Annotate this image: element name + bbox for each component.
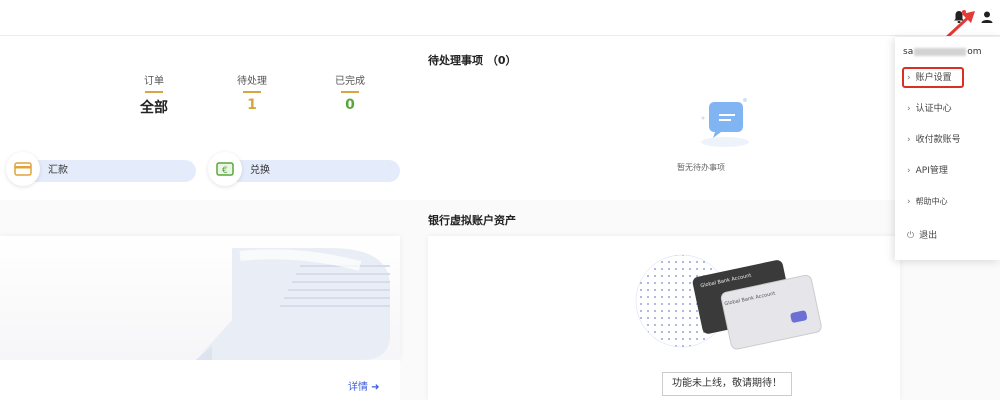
empty-state-text: 暂无待办事项 bbox=[677, 163, 725, 172]
remit-icon bbox=[6, 152, 40, 186]
stat-underline bbox=[243, 91, 261, 93]
menu-item-label: 退出 bbox=[919, 231, 938, 241]
chevron-right-icon: › bbox=[907, 197, 911, 207]
banner-illustration bbox=[196, 248, 390, 360]
email-prefix: sa bbox=[903, 47, 914, 57]
remit-button[interactable]: 汇款 bbox=[6, 152, 196, 186]
chevron-right-icon: › bbox=[907, 166, 911, 176]
assets-title: 银行虚拟账户资产 bbox=[428, 214, 516, 227]
account-email: sa om bbox=[903, 47, 982, 57]
menu-api-management[interactable]: › API管理 bbox=[895, 160, 1000, 182]
stat-underline bbox=[341, 91, 359, 93]
pending-title: 待处理事项 （0） bbox=[428, 54, 517, 67]
empty-chat-icon bbox=[701, 98, 749, 147]
stat-underline bbox=[145, 91, 163, 93]
menu-help-center[interactable]: › 帮助中心 bbox=[895, 191, 1000, 213]
svg-text:€: € bbox=[222, 166, 228, 176]
coming-soon-button[interactable]: 功能未上线，敬请期待！ bbox=[662, 372, 792, 396]
chevron-right-icon: › bbox=[907, 135, 911, 145]
stat-label: 待处理 bbox=[237, 76, 267, 87]
menu-item-label: 认证中心 bbox=[915, 104, 952, 114]
menu-item-label: 帮助中心 bbox=[915, 197, 948, 206]
stat-value: 全部 bbox=[140, 100, 168, 116]
power-icon: ⏻ bbox=[907, 231, 915, 241]
stat-completed[interactable]: 已完成 0 bbox=[320, 72, 380, 113]
stat-pending[interactable]: 待处理 1 bbox=[222, 72, 282, 113]
stat-label: 订单 bbox=[144, 76, 164, 87]
banner-footer bbox=[0, 360, 400, 400]
stat-value: 0 bbox=[345, 97, 355, 113]
details-link[interactable]: 详情 ➜ bbox=[348, 378, 380, 393]
chevron-right-icon: › bbox=[907, 104, 911, 114]
annotation-highlight-box bbox=[902, 67, 964, 88]
stat-label: 已完成 bbox=[335, 76, 365, 87]
menu-verification[interactable]: › 认证中心 bbox=[895, 98, 1000, 120]
email-redaction bbox=[914, 47, 967, 56]
menu-item-label: API管理 bbox=[915, 166, 948, 176]
menu-item-label: 收付款账号 bbox=[915, 135, 961, 145]
exchange-button[interactable]: € 兑换 bbox=[208, 152, 400, 186]
menu-logout[interactable]: ⏻ 退出 bbox=[895, 225, 1000, 247]
stat-orders[interactable]: 订单 全部 bbox=[124, 72, 184, 117]
email-suffix: om bbox=[967, 47, 982, 57]
remit-label: 汇款 bbox=[48, 165, 68, 176]
stat-value: 1 bbox=[247, 97, 257, 113]
user-icon[interactable] bbox=[980, 10, 996, 26]
exchange-icon: € bbox=[208, 152, 242, 186]
exchange-label: 兑换 bbox=[250, 165, 270, 176]
top-bar bbox=[0, 0, 1000, 36]
promo-banner bbox=[0, 236, 400, 360]
menu-payment-accounts[interactable]: › 收付款账号 bbox=[895, 129, 1000, 151]
